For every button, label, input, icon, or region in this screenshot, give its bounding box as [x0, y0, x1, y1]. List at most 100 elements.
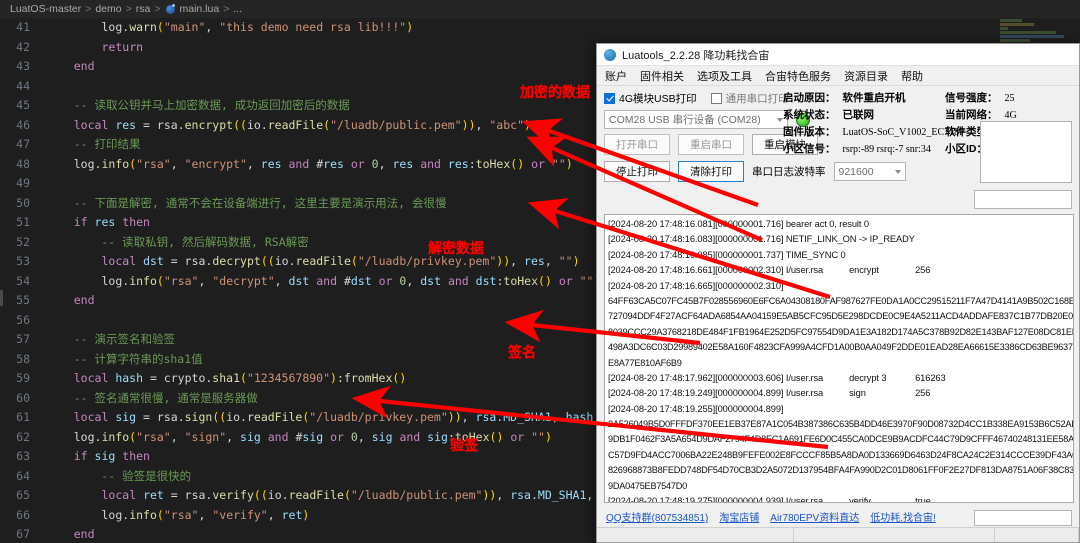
- menu-item-account[interactable]: 账户: [605, 68, 627, 84]
- log-line: [2024-08-20 17:48:16.661][000000002.310]…: [608, 265, 931, 276]
- line-number: 58: [16, 351, 30, 366]
- breadcrumb-item-0[interactable]: LuatOS-master: [10, 3, 81, 15]
- log-output[interactable]: [2024-08-20 17:48:16.081][000000001.716]…: [604, 214, 1074, 503]
- menu-item-options-tools[interactable]: 选项及工具: [697, 68, 752, 84]
- breadcrumb-separator: >: [223, 3, 230, 15]
- line-number: 55: [16, 293, 30, 307]
- log-line: [2024-08-20 17:48:17.962][000000003.606]…: [608, 372, 946, 383]
- link-low-power[interactable]: 低功耗,找合宙!: [870, 509, 936, 524]
- code-line[interactable]: 41 log.warn("main", "this demo need rsa …: [0, 18, 1080, 38]
- log-line: [2024-08-20 17:48:19.249][000000004.899]…: [608, 388, 931, 399]
- device-info-left: 启动原因： 软件重启开机 系统状态： 已联网 固件版本： LuatOS-SoC_V10…: [783, 90, 965, 158]
- breadcrumb-item-4[interactable]: ...: [233, 3, 242, 15]
- baud-rate-select[interactable]: 921600: [833, 162, 906, 181]
- breadcrumb-item-1[interactable]: demo: [95, 3, 121, 15]
- port-select[interactable]: COM28 USB 串行设备 (COM28): [604, 110, 788, 129]
- link-air780epv-docs[interactable]: Air780EPV资料直达: [770, 509, 859, 524]
- side-panel-box: [980, 121, 1072, 183]
- checkbox-usb-print-label: 4G模块USB打印: [619, 93, 697, 105]
- checkbox-serial-print-label: 通用串口打印: [725, 93, 789, 105]
- status-cell-1: [597, 528, 794, 542]
- status-bar: [597, 527, 1079, 542]
- baud-rate-label: 串口日志波特率: [752, 166, 826, 178]
- info-value: 软件重启开机: [842, 92, 906, 104]
- menu-item-services[interactable]: 合宙特色服务: [765, 68, 831, 84]
- info-row: 系统状态： 已联网: [783, 107, 965, 122]
- line-number: 47: [16, 137, 30, 151]
- info-value: 4G: [1004, 110, 1017, 121]
- status-cell-2: [794, 528, 995, 542]
- line-number: 53: [16, 254, 30, 268]
- port-select-value: COM28 USB 串行设备 (COM28): [609, 114, 761, 126]
- log-line: E8A77E810AF6B9: [608, 357, 682, 368]
- line-number: 56: [16, 312, 30, 327]
- stop-print-button[interactable]: 停止打印: [604, 161, 670, 182]
- luatools-app-icon: [604, 48, 616, 61]
- info-key: 当前网络：: [945, 109, 998, 121]
- log-line: 2A526049B5D0FFFDF370EE1EB37E87A1C054B387…: [608, 419, 1073, 430]
- line-number: 57: [16, 332, 30, 346]
- restart-port-button[interactable]: 重启串口: [678, 134, 744, 155]
- info-value: rsrp:-89 rsrq:-7 snr:34: [842, 144, 931, 155]
- menu-item-resources[interactable]: 资源目录: [844, 68, 888, 84]
- line-number: 62: [16, 429, 30, 444]
- window-title-bar[interactable]: Luatools_2.2.28 降功耗找合宙: [597, 44, 1079, 66]
- log-line: 498A3DC6C03D29989402E58A160F4823CFA999A4…: [608, 342, 1073, 353]
- breadcrumb-item-2[interactable]: rsa: [136, 3, 151, 15]
- line-number: 54: [16, 273, 30, 288]
- line-number: 50: [16, 195, 30, 210]
- log-line: [2024-08-20 17:48:19.255][000000004.899]: [608, 403, 784, 414]
- info-row: 当前网络： 4G: [945, 107, 1039, 122]
- footer-links[interactable]: QQ支持群(807534851) 淘宝店铺 Air780EPV资料直达 低功耗,…: [606, 509, 936, 524]
- line-number: 61: [16, 410, 30, 424]
- menu-item-help[interactable]: 帮助: [901, 68, 923, 84]
- line-number: 64: [16, 468, 30, 483]
- info-key: 固件版本：: [783, 126, 836, 138]
- line-number: 59: [16, 371, 30, 385]
- log-line: 8039CCC29A3768218DE484F1FB1964E252D5FC97…: [608, 326, 1073, 337]
- lua-file-icon: [166, 4, 176, 14]
- baud-rate-value: 921600: [838, 165, 874, 178]
- chevron-down-icon: [894, 169, 901, 174]
- log-line: [2024-08-20 17:48:16.083][000000001.716]…: [608, 234, 915, 245]
- info-key: 小区信号：: [783, 143, 836, 155]
- line-number: 44: [16, 78, 30, 93]
- checkbox-usb-print[interactable]: [604, 93, 615, 104]
- line-number: 67: [16, 527, 30, 541]
- editor-overview-marker: [0, 290, 3, 306]
- line-number: 63: [16, 449, 30, 463]
- line-number: 43: [16, 59, 30, 73]
- line-number: 48: [16, 156, 30, 171]
- line-number: 51: [16, 215, 30, 229]
- luatools-window[interactable]: Luatools_2.2.28 降功耗找合宙 账户 固件相关 选项及工具 合宙特…: [596, 43, 1080, 543]
- breadcrumb-separator: >: [125, 3, 132, 15]
- line-number: 46: [16, 117, 30, 132]
- breadcrumb-separator: >: [154, 3, 161, 15]
- status-cell-3: [995, 528, 1079, 542]
- line-number: 52: [16, 234, 30, 249]
- clear-print-button[interactable]: 清除打印: [678, 161, 744, 182]
- menu-bar[interactable]: 账户 固件相关 选项及工具 合宙特色服务 资源目录 帮助: [597, 66, 1079, 86]
- line-number: 60: [16, 390, 30, 405]
- footer-input[interactable]: [974, 510, 1072, 526]
- link-taobao-shop[interactable]: 淘宝店铺: [719, 509, 759, 524]
- log-line: 9DB1F0462F3A5A654D9DAF2794F4D8EC1A691FE6…: [608, 434, 1074, 445]
- breadcrumb-item-3[interactable]: main.lua: [179, 3, 219, 15]
- log-line: [2024-08-20 17:48:16.085][000000001.737]…: [608, 249, 846, 260]
- log-line: 9DA0475EB7547D0: [608, 480, 688, 491]
- log-line: 826968873B8FEDD748DF54D70CB3D2A5072D1379…: [608, 465, 1074, 476]
- breadcrumb-separator: >: [85, 3, 92, 15]
- info-value: 25: [1004, 93, 1015, 104]
- link-qq-group[interactable]: QQ支持群(807534851): [606, 509, 708, 524]
- menu-item-firmware[interactable]: 固件相关: [640, 68, 684, 84]
- open-port-button[interactable]: 打开串口: [604, 134, 670, 155]
- breadcrumb[interactable]: LuatOS-master > demo > rsa > main.lua > …: [0, 0, 1080, 18]
- log-line: C57D9FD4ACC7006BA22E248B9FEFE002E8FCCCF8…: [608, 449, 1073, 460]
- info-row: 启动原因： 软件重启开机: [783, 90, 965, 105]
- log-line: [2024-08-20 17:48:16.081][000000001.716]…: [608, 219, 869, 229]
- info-row: 小区信号： rsrp:-89 rsrq:-7 snr:34: [783, 141, 965, 156]
- line-number: 45: [16, 98, 30, 112]
- command-input[interactable]: [974, 190, 1072, 209]
- checkbox-serial-print[interactable]: [710, 93, 722, 104]
- log-line: 64FF63CA5C07FC45B7F028556960E6FC6A043081…: [608, 295, 1074, 306]
